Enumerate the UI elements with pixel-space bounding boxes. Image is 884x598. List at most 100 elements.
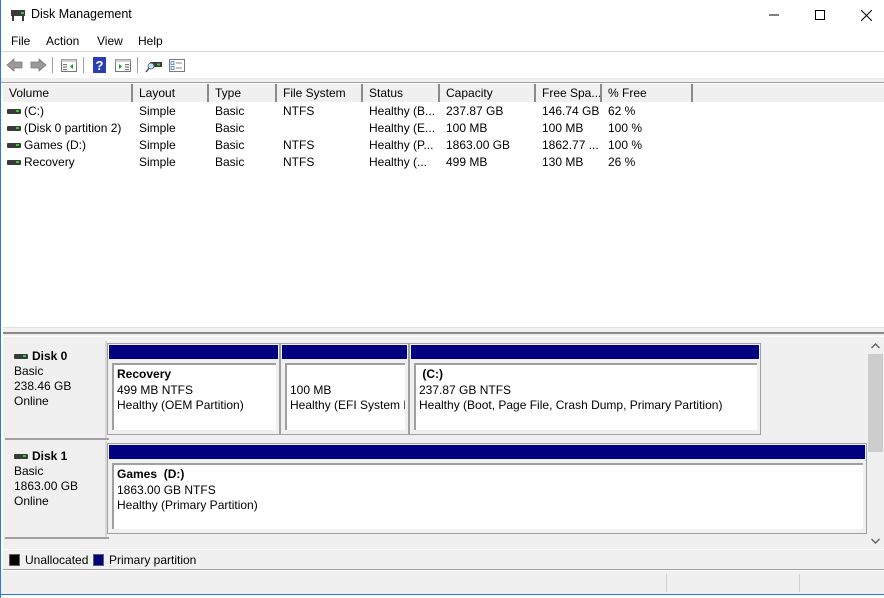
minimize-button[interactable] (751, 0, 797, 30)
chevron-down-icon (871, 538, 880, 544)
volume-capacity: 237.87 GB (446, 104, 504, 118)
minimize-icon (769, 14, 779, 16)
disk-1-label[interactable]: Disk 1 Basic 1863.00 GB Online (5, 441, 107, 537)
volume-drive-icon (7, 143, 21, 148)
status-bar-separator (799, 574, 800, 592)
vertical-scrollbar[interactable] (867, 337, 884, 549)
legend-unallocated: Unallocated (25, 553, 89, 567)
maximize-button[interactable] (797, 0, 843, 30)
back-arrow-icon[interactable] (6, 56, 24, 74)
partition-games-d[interactable]: Games (D:) 1863.00 GB NTFS Healthy (Prim… (107, 443, 867, 534)
disk-1-state: Online (14, 494, 49, 508)
volume-file-system: NTFS (283, 155, 315, 169)
partition-recovery[interactable]: Recovery 499 MB NTFS Healthy (OEM Partit… (107, 343, 280, 435)
column-header-volume[interactable]: Volume (3, 84, 133, 102)
partition-details: Games (D:) 1863.00 GB NTFS Healthy (Prim… (112, 463, 863, 529)
show-hide-action-pane-icon[interactable] (114, 56, 132, 74)
column-header-layout[interactable]: Layout (133, 84, 209, 102)
toolbar-separator (52, 57, 53, 73)
volume-free-space: 146.74 GB (542, 104, 600, 118)
primary-partition-bar (411, 345, 759, 359)
partition-details: (C:) 237.87 GB NTFS Healthy (Boot, Page … (414, 363, 757, 430)
disk-0-state: Online (14, 394, 49, 408)
disk-management-window: Disk Management File Action View Help ? … (0, 0, 884, 598)
volume-drive-icon (7, 109, 21, 114)
volume-layout: Simple (139, 155, 176, 169)
volume-capacity: 1863.00 GB (446, 138, 511, 152)
partition-size: 499 MB NTFS (117, 382, 194, 397)
disk-1-size: 1863.00 GB (14, 479, 79, 493)
menu-view[interactable]: View (97, 34, 123, 48)
toolbar-separator (137, 57, 138, 73)
partition-status: Healthy (EFI System P (290, 398, 405, 412)
volume-row[interactable]: (C:) Simple Basic NTFS Healthy (B... 237… (3, 103, 884, 120)
properties-checklist-icon[interactable] (168, 56, 186, 74)
disk-row-divider (5, 438, 109, 440)
forward-arrow-icon[interactable] (29, 56, 47, 74)
volume-list: Volume Layout Type File System Status Ca… (3, 84, 884, 329)
disk-0-name-row: Disk 0 (14, 349, 105, 364)
column-header-capacity[interactable]: Capacity (440, 84, 536, 102)
volume-status: Healthy (P... (369, 138, 434, 152)
scroll-down-button[interactable] (867, 532, 884, 549)
volume-drive-icon (7, 126, 21, 131)
disk-0-size: 238.46 GB (14, 379, 72, 393)
partition-name: Games (D:) (117, 467, 185, 481)
disk-0-label[interactable]: Disk 0 Basic 238.46 GB Online (5, 341, 107, 438)
column-header-type[interactable]: Type (209, 84, 277, 102)
partition-details: 100 MB Healthy (EFI System P (285, 363, 405, 430)
volume-row[interactable]: Games (D:) Simple Basic NTFS Healthy (P.… (3, 137, 884, 154)
toolbar-separator (83, 57, 84, 73)
scroll-up-button[interactable] (867, 337, 884, 354)
primary-partition-bar (109, 445, 865, 459)
partition-details: Recovery 499 MB NTFS Healthy (OEM Partit… (112, 363, 276, 430)
status-bar (1, 571, 884, 594)
volume-row[interactable]: Recovery Simple Basic NTFS Healthy (... … (3, 154, 884, 171)
partition-name: (C:) (419, 367, 443, 381)
menu-action[interactable]: Action (46, 34, 79, 48)
volume-status: Healthy (... (369, 155, 428, 169)
menu-file[interactable]: File (11, 34, 30, 48)
partition-c[interactable]: (C:) 237.87 GB NTFS Healthy (Boot, Page … (409, 343, 761, 435)
column-header-free-space[interactable]: Free Spa... (536, 84, 602, 102)
volume-percent-free: 62 % (608, 104, 636, 118)
connect-disk-icon[interactable] (145, 56, 163, 74)
primary-partition-swatch (93, 554, 104, 566)
volume-row[interactable]: (Disk 0 partition 2) Simple Basic Health… (3, 120, 884, 137)
volume-layout: Simple (139, 121, 176, 135)
partition-status: Healthy (Primary Partition) (117, 498, 258, 512)
column-header-percent-free[interactable]: % Free (602, 84, 693, 102)
volume-percent-free: 100 % (608, 138, 643, 152)
partition-status: Healthy (OEM Partition) (117, 398, 244, 412)
close-button[interactable] (843, 0, 884, 30)
volume-free-space: 130 MB (542, 155, 584, 169)
scroll-thumb[interactable] (868, 354, 883, 452)
svg-text:?: ? (96, 58, 104, 73)
volume-capacity: 100 MB (446, 121, 488, 135)
volume-percent-free: 26 % (608, 155, 636, 169)
menu-help[interactable]: Help (138, 34, 163, 48)
volume-name: (Disk 0 partition 2) (24, 121, 122, 135)
pane-splitter[interactable] (3, 327, 884, 336)
partition-efi[interactable]: 100 MB Healthy (EFI System P (280, 343, 409, 435)
disk-0-name: Disk 0 (32, 349, 68, 363)
column-header-file-system[interactable]: File System (277, 84, 363, 102)
unallocated-swatch (9, 554, 20, 566)
title-bar: Disk Management (1, 0, 884, 30)
volume-status: Healthy (E... (369, 121, 436, 135)
help-icon[interactable]: ? (91, 56, 109, 74)
column-header-status[interactable]: Status (363, 84, 440, 102)
volume-type: Basic (215, 138, 245, 152)
disk-row-divider (5, 537, 109, 539)
volume-status: Healthy (B... (369, 104, 436, 118)
partition-size: 100 MB (290, 382, 332, 397)
disk-1-name-row: Disk 1 (14, 449, 105, 464)
partition-name (290, 367, 405, 383)
show-hide-console-tree-icon[interactable] (60, 56, 78, 74)
status-bar-separator (666, 574, 667, 592)
primary-partition-bar (282, 345, 407, 359)
volume-capacity: 499 MB (446, 155, 488, 169)
volume-file-system: NTFS (283, 138, 315, 152)
disk-icon (14, 454, 28, 459)
volume-list-header: Volume Layout Type File System Status Ca… (3, 84, 884, 102)
